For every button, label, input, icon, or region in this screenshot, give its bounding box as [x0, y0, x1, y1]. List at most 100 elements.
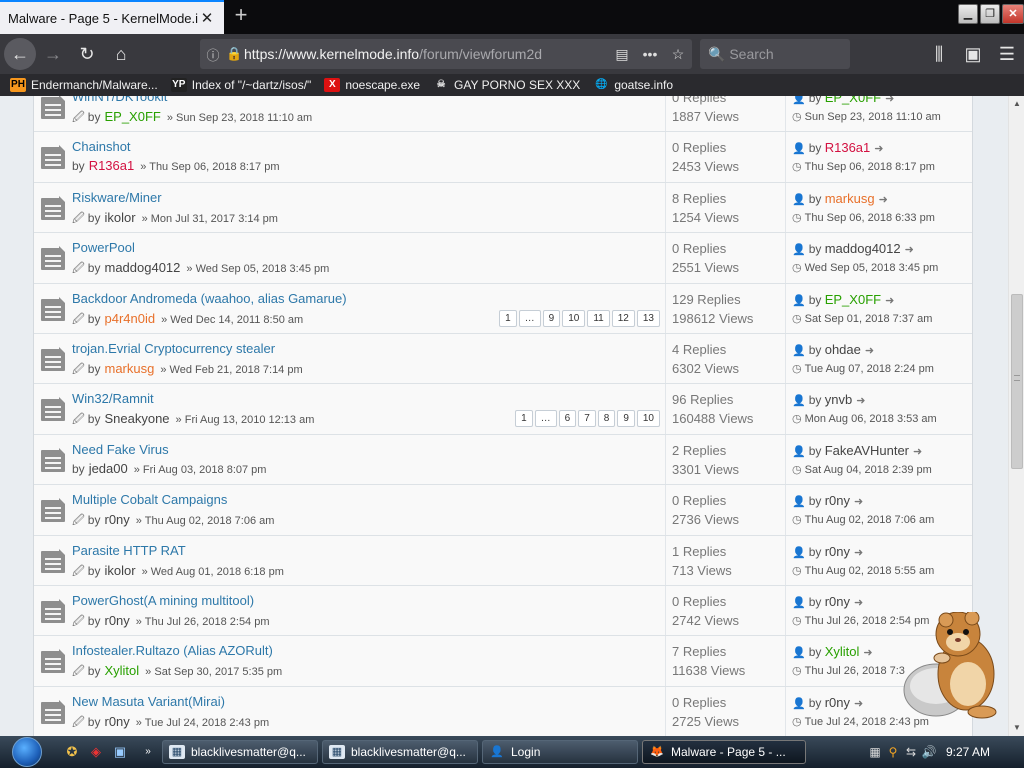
last-post-author[interactable]: r0ny	[825, 695, 850, 710]
back-button[interactable]: ←	[4, 38, 36, 70]
page-link[interactable]: 7	[578, 410, 596, 428]
taskbar-button[interactable]: ▦ blacklivesmatter@q...	[322, 740, 478, 764]
start-button[interactable]	[8, 736, 52, 768]
topic-author[interactable]: r0ny	[104, 512, 129, 527]
new-tab-button[interactable]: +	[228, 3, 254, 29]
menu-icon[interactable]: ☰	[990, 37, 1024, 71]
goto-last-post-icon[interactable]: ➜	[905, 244, 914, 256]
bookmark-item[interactable]: YP Index of "/~dartz/isos/"	[170, 78, 311, 92]
bookmark-star-icon[interactable]: ☆	[664, 46, 692, 63]
topic-author[interactable]: p4r4n0id	[104, 311, 155, 326]
goto-last-post-icon[interactable]: ➜	[854, 698, 863, 710]
topic-author[interactable]: Sneakyone	[104, 411, 169, 426]
goto-last-post-icon[interactable]: ➜	[874, 143, 883, 155]
topic-author[interactable]: r0ny	[104, 613, 129, 628]
goto-last-post-icon[interactable]: ➜	[885, 295, 894, 307]
page-link[interactable]: 12	[611, 309, 635, 327]
topic-author[interactable]: maddog4012	[104, 260, 180, 275]
scroll-up-arrow[interactable]: ▲	[1009, 96, 1024, 112]
topic-title[interactable]: New Masuta Variant(Mirai)	[72, 694, 225, 709]
scroll-down-arrow[interactable]: ▼	[1009, 720, 1024, 736]
topic-author[interactable]: R136a1	[89, 158, 135, 173]
page-link[interactable]: 10	[562, 309, 586, 327]
clock[interactable]: 9:27 AM	[946, 745, 990, 759]
topic-title[interactable]: Need Fake Virus	[72, 442, 169, 457]
topic-author[interactable]: ikolor	[104, 210, 135, 225]
page-link[interactable]: 11	[587, 309, 610, 327]
bookmark-item[interactable]: ☠ GAY PORNO SEX XXX	[433, 78, 581, 92]
address-bar[interactable]: ⓘ 🔒 https://www.kernelmode.info/forum/vi…	[200, 39, 692, 69]
last-post-author[interactable]: Xylitol	[825, 644, 860, 659]
tray-app-icon[interactable]: ▦	[866, 745, 884, 759]
quicklaunch-icon[interactable]: ✪	[64, 744, 80, 760]
last-post-author[interactable]: r0ny	[825, 544, 850, 559]
maximize-button[interactable]: ❐	[980, 4, 1000, 24]
bookmark-item[interactable]: PH Endermanch/Malware...	[10, 78, 158, 92]
vertical-scrollbar[interactable]: ▲ ▼	[1008, 96, 1024, 736]
topic-title[interactable]: Multiple Cobalt Campaigns	[72, 492, 227, 507]
home-button[interactable]: ⌂	[104, 37, 138, 71]
topic-title[interactable]: Parasite HTTP RAT	[72, 543, 186, 558]
quicklaunch-icon[interactable]: ◈	[88, 744, 104, 760]
lock-icon[interactable]: 🔒	[226, 46, 244, 62]
topic-title[interactable]: Riskware/Miner	[72, 190, 162, 205]
topic-title[interactable]: PowerGhost(A mining multitool)	[72, 593, 254, 608]
volume-icon[interactable]: 🔊	[920, 745, 938, 759]
topic-title[interactable]: trojan.Evrial Cryptocurrency stealer	[72, 341, 275, 356]
page-link[interactable]: 9	[542, 309, 561, 327]
topic-author[interactable]: jeda00	[89, 461, 128, 476]
page-link[interactable]: 6	[558, 410, 577, 428]
last-post-author[interactable]: ynvb	[825, 392, 852, 407]
topic-title[interactable]: Win32/Ramnit	[72, 391, 154, 406]
last-post-author[interactable]: maddog4012	[825, 241, 901, 256]
goto-last-post-icon[interactable]: ➜	[865, 345, 874, 357]
goto-last-post-icon[interactable]: ➜	[885, 96, 894, 105]
last-post-author[interactable]: EP_X0FF	[825, 96, 881, 105]
page-link[interactable]: 10	[636, 410, 660, 428]
page-link[interactable]: 13	[636, 309, 660, 327]
last-post-author[interactable]: r0ny	[825, 493, 850, 508]
topic-title[interactable]: PowerPool	[72, 240, 135, 255]
quicklaunch-more-icon[interactable]: »	[140, 744, 156, 760]
goto-last-post-icon[interactable]: ➜	[854, 496, 863, 508]
last-post-author[interactable]: markusg	[825, 191, 875, 206]
site-info-icon[interactable]: ⓘ	[200, 45, 226, 64]
close-window-button[interactable]: ✕	[1002, 4, 1024, 24]
bookmark-item[interactable]: X noescape.exe	[324, 78, 420, 92]
search-input[interactable]: 🔍 Search	[700, 39, 850, 69]
quicklaunch-icon[interactable]: ▣	[112, 744, 128, 760]
page-link[interactable]: …	[518, 309, 541, 327]
taskbar-button[interactable]: ▦ blacklivesmatter@q...	[162, 740, 318, 764]
tab-active[interactable]: Malware - Page 5 - KernelMode.info ✕	[0, 0, 224, 34]
page-link[interactable]: 8	[597, 410, 616, 428]
reload-button[interactable]: ↻	[70, 37, 104, 71]
topic-author[interactable]: r0ny	[104, 714, 129, 729]
topic-title[interactable]: Chainshot	[72, 139, 131, 154]
goto-last-post-icon[interactable]: ➜	[863, 647, 872, 659]
goto-last-post-icon[interactable]: ➜	[913, 446, 922, 458]
taskbar-button[interactable]: 👤 Login	[482, 740, 638, 764]
topic-title[interactable]: Backdoor Andromeda (waahoo, alias Gamaru…	[72, 291, 347, 306]
last-post-author[interactable]: r0ny	[825, 594, 850, 609]
goto-last-post-icon[interactable]: ➜	[856, 395, 865, 407]
goto-last-post-icon[interactable]: ➜	[879, 194, 888, 206]
sidebar-icon[interactable]: ▣	[956, 37, 990, 71]
minimize-button[interactable]: ▁	[958, 4, 978, 24]
topic-author[interactable]: Xylitol	[104, 663, 139, 678]
topic-author[interactable]: EP_X0FF	[104, 109, 160, 124]
bookmark-item[interactable]: 🌐 goatse.info	[593, 78, 673, 92]
page-link[interactable]: 9	[617, 410, 635, 428]
network-icon[interactable]: ⇆	[902, 745, 920, 759]
goto-last-post-icon[interactable]: ➜	[854, 547, 863, 559]
forward-button[interactable]: →	[36, 37, 70, 71]
last-post-author[interactable]: R136a1	[825, 140, 871, 155]
last-post-author[interactable]: ohdae	[825, 342, 861, 357]
taskbar-button[interactable]: 🦊 Malware - Page 5 - ...	[642, 740, 806, 764]
page-link[interactable]: …	[534, 410, 557, 428]
topic-title[interactable]: Infostealer.Rultazo (Alias AZORult)	[72, 643, 273, 658]
library-icon[interactable]: ⫼	[922, 37, 956, 71]
last-post-author[interactable]: FakeAVHunter	[825, 443, 909, 458]
topic-title[interactable]: WinNT/DKTookit	[72, 96, 167, 104]
page-link[interactable]: 1	[515, 410, 533, 428]
last-post-author[interactable]: EP_X0FF	[825, 292, 881, 307]
